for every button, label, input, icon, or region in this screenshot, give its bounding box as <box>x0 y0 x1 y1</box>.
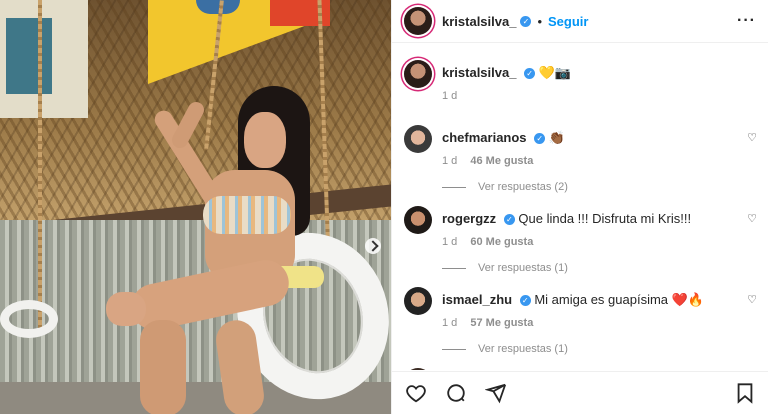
caption-time[interactable]: 1 d <box>442 90 571 102</box>
comment-icon[interactable] <box>444 381 468 405</box>
comment-likes[interactable]: 60 Me gusta <box>470 236 533 248</box>
follow-button[interactable]: Seguir <box>548 14 588 29</box>
replies-line <box>442 348 466 350</box>
view-replies-label: Ver respuestas (1) <box>478 343 568 355</box>
avatar[interactable] <box>404 206 432 234</box>
comment-likes[interactable]: 57 Me gusta <box>470 317 533 329</box>
post-header: kristalsilva_ ✓ • Seguir ··· <box>392 0 768 43</box>
verified-badge-icon: ✓ <box>520 15 532 27</box>
comment-item: rogergzz ✓ Que linda !!! Disfruta mi Kri… <box>392 206 768 287</box>
comment-item: brendasmithlezama ✓ ♡♡♡ ♡ <box>392 368 768 370</box>
heart-icon[interactable] <box>404 381 428 405</box>
avatar[interactable] <box>404 287 432 315</box>
comment-meta: 1 d 60 Me gusta <box>442 236 691 248</box>
verified-badge-icon: ✓ <box>534 133 546 145</box>
instagram-post-modal: kristalsilva_ ✓ • Seguir ··· kristalsilv… <box>0 0 768 414</box>
comment-line: rogergzz ✓ Que linda !!! Disfruta mi Kri… <box>442 210 691 228</box>
replies-line <box>442 186 466 188</box>
bikini-top <box>203 196 291 234</box>
share-icon[interactable] <box>484 381 508 405</box>
comment-text: Que linda !!! Disfruta mi Kris!!! <box>518 211 692 226</box>
comment-time[interactable]: 1 d <box>442 317 457 329</box>
replies-line <box>442 267 466 269</box>
comment-username[interactable]: rogergzz <box>442 211 496 226</box>
post-photo[interactable] <box>0 0 391 414</box>
sign-board <box>0 0 88 118</box>
heart-icon[interactable]: ♡ <box>747 293 757 306</box>
bookmark-icon[interactable] <box>733 381 757 405</box>
view-replies[interactable]: Ver respuestas (1) <box>442 262 691 274</box>
hand <box>106 292 146 326</box>
heart-icon[interactable]: ♡ <box>747 212 757 225</box>
face <box>244 112 286 168</box>
rope <box>38 0 42 330</box>
avatar[interactable] <box>404 125 432 153</box>
comment-item: ismael_zhu ✓ Mi amiga es guapísima ❤️🔥 1… <box>392 287 768 368</box>
separator: • <box>537 13 543 29</box>
chevron-right-icon[interactable] <box>365 238 381 254</box>
caption-line: kristalsilva_ ✓ 💛📷 <box>442 64 571 82</box>
comment-meta: 1 d 46 Me gusta <box>442 155 568 167</box>
more-options-icon[interactable]: ··· <box>737 12 756 30</box>
sign-panel <box>6 18 52 94</box>
header-username[interactable]: kristalsilva_ <box>442 14 516 29</box>
avatar[interactable] <box>404 368 432 370</box>
verified-badge-icon: ✓ <box>524 68 536 80</box>
caption: kristalsilva_ ✓ 💛📷 1 d <box>392 44 768 125</box>
comment-text: Mi amiga es guapísima ❤️🔥 <box>534 292 704 307</box>
comment-text: 👏🏾 <box>548 130 565 145</box>
view-replies-label: Ver respuestas (2) <box>478 181 568 193</box>
verified-badge-icon: ✓ <box>503 214 515 226</box>
comment-username[interactable]: ismael_zhu <box>442 292 512 307</box>
small-swing-ring <box>0 300 58 338</box>
view-replies[interactable]: Ver respuestas (2) <box>442 181 568 193</box>
heart-icon[interactable]: ♡ <box>747 131 757 144</box>
view-replies[interactable]: Ver respuestas (1) <box>442 343 704 355</box>
comment-item: chefmarianos ✓ 👏🏾 1 d 46 Me gusta Ver re… <box>392 125 768 206</box>
caption-text: 💛📷 <box>538 65 572 80</box>
comment-line: ismael_zhu ✓ Mi amiga es guapísima ❤️🔥 <box>442 291 704 309</box>
avatar[interactable] <box>404 60 432 88</box>
comment-time[interactable]: 1 d <box>442 236 457 248</box>
verified-badge-icon: ✓ <box>519 295 531 307</box>
comment-line: chefmarianos ✓ 👏🏾 <box>442 129 568 147</box>
comments-list[interactable]: kristalsilva_ ✓ 💛📷 1 d chefmarianos ✓ 👏🏾 <box>392 44 768 370</box>
leg <box>140 320 186 414</box>
comment-meta: 1 d 57 Me gusta <box>442 317 704 329</box>
view-replies-label: Ver respuestas (1) <box>478 262 568 274</box>
comment-time[interactable]: 1 d <box>442 155 457 167</box>
post-details-panel: kristalsilva_ ✓ • Seguir ··· kristalsilv… <box>391 0 768 414</box>
action-bar <box>392 371 768 414</box>
comment-likes[interactable]: 46 Me gusta <box>470 155 533 167</box>
comment-username[interactable]: chefmarianos <box>442 130 527 145</box>
caption-username[interactable]: kristalsilva_ <box>442 65 516 80</box>
avatar[interactable] <box>404 7 432 35</box>
